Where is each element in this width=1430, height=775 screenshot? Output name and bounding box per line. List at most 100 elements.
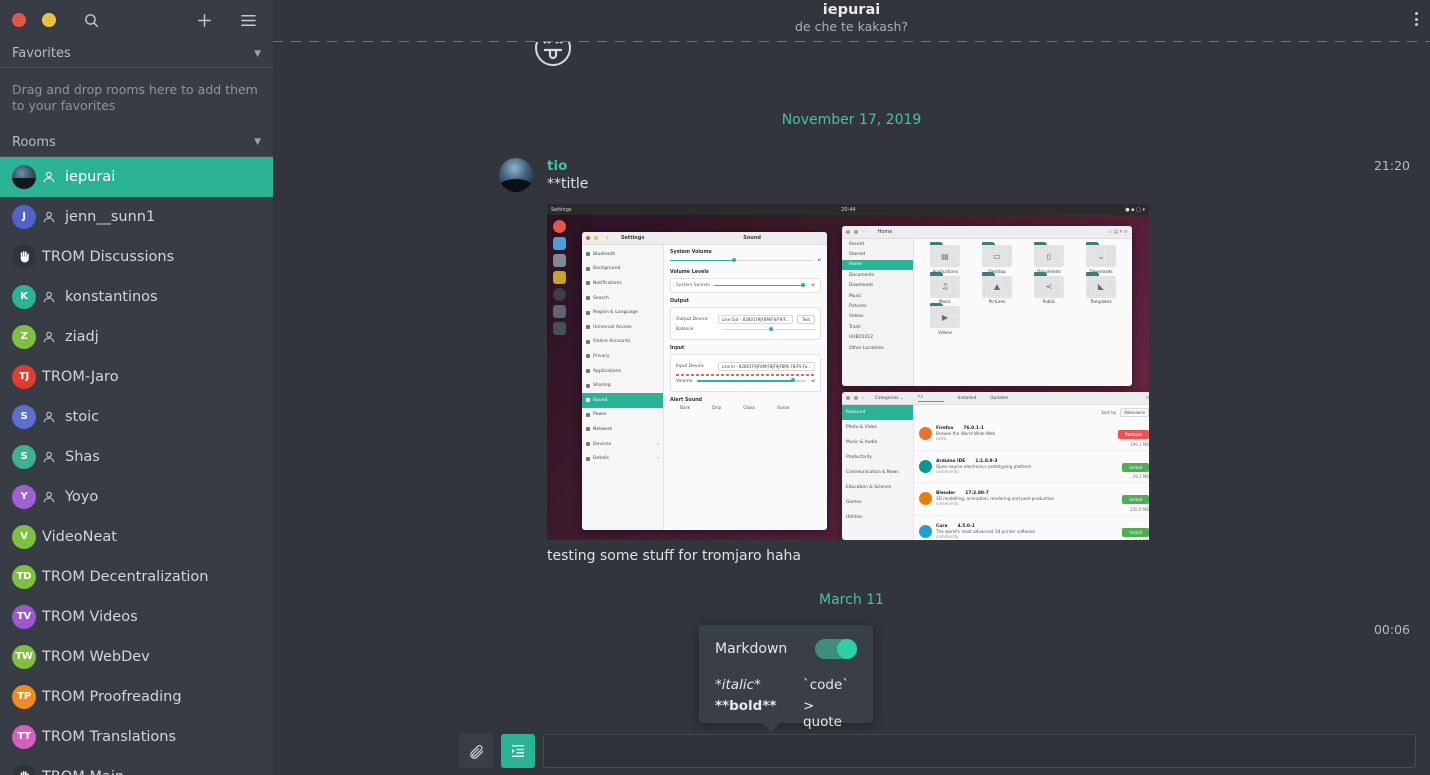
settings-row-bluetooth[interactable]: Bluetooth: [582, 247, 663, 262]
folder-videos[interactable]: ▶ Videos: [920, 302, 970, 335]
message-input[interactable]: [544, 735, 1415, 767]
sidebar-item-videoneat[interactable]: V VideoNeat: [0, 517, 273, 557]
files-row-music[interactable]: Music: [842, 291, 913, 301]
files-row-home[interactable]: Home: [842, 259, 913, 271]
software-category-communication-news[interactable]: Communication & News: [842, 465, 913, 480]
sidebar-item-trom-videos[interactable]: TV TROM Videos: [0, 597, 273, 637]
sidebar-item-trom-discussions[interactable]: TROM Discussions: [0, 237, 273, 277]
embedded-files-window[interactable]: ‹ › Home ⌕ ▤ ▾ ≡ Recent Starred Home Docume…: [842, 226, 1132, 386]
system-sounds-slider[interactable]: System Sounds ◂): [676, 282, 815, 288]
folder-pictures[interactable]: ▲ Pictures: [972, 272, 1022, 304]
files-row-downloads[interactable]: Downloads: [842, 281, 913, 291]
files-row-videos[interactable]: Videos: [842, 312, 913, 322]
alert-sound-options[interactable]: Bark Drip Glass Sonar: [670, 406, 821, 411]
rooms-section-header[interactable]: Rooms ▼: [0, 129, 273, 157]
input-device-field[interactable]: Input Device Line In - 82B01F9JF8M/F8JF9…: [676, 362, 815, 371]
settings-row-privacy[interactable]: Privacy: [582, 349, 663, 364]
settings-row-universal-access[interactable]: Universal Access: [582, 320, 663, 335]
sidebar-item-yoyo[interactable]: Y Yoyo: [0, 477, 273, 517]
message-input-wrapper[interactable]: [543, 734, 1416, 768]
folder-downloads[interactable]: ⌄ Downloads: [1076, 241, 1126, 274]
software-tab-all[interactable]: All: [917, 395, 944, 402]
folder-desktop[interactable]: ▭ Desktop: [972, 241, 1022, 274]
window-close-button[interactable]: [12, 13, 26, 27]
alert-option-glass[interactable]: Glass: [743, 406, 755, 411]
software-app-row[interactable]: Cura 4.5.0-1 The world's most advanced 3d …: [914, 516, 1149, 540]
window-minimize-button[interactable]: [42, 13, 56, 27]
embedded-settings-window[interactable]: ⌕ Settings Sound Bluetooth Background Noti…: [582, 232, 827, 530]
settings-row-sound[interactable]: Sound: [582, 392, 663, 408]
alert-option-drip[interactable]: Drip: [712, 406, 721, 411]
files-row-starred[interactable]: Starred: [842, 249, 913, 259]
app-action-button[interactable]: Install: [1122, 527, 1149, 537]
settings-row-applications[interactable]: Applications: [582, 364, 663, 379]
sidebar-item-trom-webdev[interactable]: TW TROM WebDev: [0, 637, 273, 677]
software-category-utilities[interactable]: Utilities: [842, 510, 913, 525]
settings-row-background[interactable]: Background: [582, 262, 663, 277]
avatar[interactable]: [499, 158, 533, 192]
settings-row-region-language[interactable]: Region & Language: [582, 305, 663, 320]
message-sender[interactable]: tio: [547, 158, 1414, 174]
software-tab-categories[interactable]: Categories ⌄: [875, 396, 904, 401]
sidebar-item-stoic[interactable]: Sstoic: [0, 397, 273, 437]
software-sort-row[interactable]: Sort by Relevance: [914, 405, 1149, 418]
files-row-pictures[interactable]: Pictures: [842, 301, 913, 311]
test-button[interactable]: Test: [797, 315, 815, 324]
software-category-photo-video[interactable]: Photo & Video: [842, 420, 913, 435]
markdown-format-icon[interactable]: [501, 734, 535, 768]
app-action-button[interactable]: Install: [1122, 495, 1149, 504]
sidebar-item-ziadj[interactable]: Zziadj: [0, 317, 273, 357]
output-device-field[interactable]: Output Device Line Out - 82B01F9JF8M/F8/…: [676, 315, 815, 324]
folder-templates[interactable]: ◣ Templates: [1076, 272, 1126, 304]
balance-field[interactable]: Balance: [676, 326, 815, 332]
system-volume-slider[interactable]: ◂): [670, 257, 821, 263]
files-row-hubo1012[interactable]: HUBO1012: [842, 333, 913, 343]
folder-documents[interactable]: ▯ Documents: [1024, 241, 1074, 274]
sidebar-item-shas[interactable]: S Shas: [0, 437, 273, 477]
input-device-value[interactable]: Line In - 82B01F9JF8M/F8JF9JF8M/ F8/F9 F…: [717, 362, 815, 371]
settings-row-devices[interactable]: Devices ›: [582, 437, 663, 452]
settings-row-sharing[interactable]: Sharing: [582, 378, 663, 393]
settings-row-power[interactable]: Power: [582, 408, 663, 423]
software-category-featured[interactable]: Featured: [842, 405, 913, 420]
markdown-toggle[interactable]: [815, 639, 857, 659]
app-action-button[interactable]: Remove: [1118, 430, 1149, 439]
software-category-music-audio[interactable]: Music & Audio: [842, 435, 913, 450]
kebab-menu-icon[interactable]: [1415, 12, 1418, 26]
input-volume-field[interactable]: Volume ◂): [676, 378, 815, 384]
files-row-trash[interactable]: Trash: [842, 322, 913, 332]
favorites-section-header[interactable]: Favorites ▼: [0, 40, 273, 68]
folder-public[interactable]: ≺ Public: [1024, 272, 1074, 304]
sort-value[interactable]: Relevance: [1120, 408, 1149, 417]
settings-row-notifications[interactable]: Notifications: [582, 276, 663, 291]
search-icon[interactable]: [78, 7, 104, 33]
software-category-productivity[interactable]: Productivity: [842, 450, 913, 465]
settings-row-network[interactable]: Network: [582, 422, 663, 437]
app-action-button[interactable]: Install: [1122, 462, 1149, 472]
folder-applications[interactable]: ▤ Applications: [920, 241, 970, 274]
software-app-row[interactable]: Arduino IDE 1:1.8.9-3 Open-source electron…: [914, 451, 1149, 483]
sidebar-item-iepurai[interactable]: iepurai: [0, 156, 273, 197]
output-device-value[interactable]: Line Out - 82B01F9JF8M/F8/F9/F...: [717, 315, 794, 324]
sidebar-item-jenn-sunn1[interactable]: Jjenn__sunn1: [0, 197, 273, 237]
sidebar-item-trom-decentralization[interactable]: TD TROM Decentralization: [0, 557, 273, 597]
folder-music[interactable]: ♫ Music: [920, 272, 970, 304]
files-row-other-locations[interactable]: Other Locations: [842, 343, 913, 353]
sidebar-item-trom-jaro[interactable]: TJ TROM-Jaro: [0, 357, 273, 397]
hamburger-menu-icon[interactable]: [235, 7, 261, 33]
embedded-software-tabs[interactable]: Categories ⌄ All Installed Updates: [875, 395, 1008, 402]
files-row-documents[interactable]: Documents: [842, 270, 913, 280]
software-category-education-science[interactable]: Education & Science: [842, 480, 913, 495]
files-row-recent[interactable]: Recent: [842, 239, 913, 249]
embedded-software-window[interactable]: ⌕ Categories ⌄ All Installed Updates ≡ Feat…: [842, 392, 1149, 540]
sidebar-item-trom-translations[interactable]: TT TROM Translations: [0, 717, 273, 757]
sidebar-item-konstantinos[interactable]: Kkonstantinos: [0, 277, 273, 317]
settings-row-online-accounts[interactable]: Online Accounts: [582, 335, 663, 350]
software-tab-updates[interactable]: Updates: [990, 396, 1008, 401]
markdown-popup[interactable]: Markdown *italic* `code` **bold** > quot…: [699, 625, 873, 732]
paperclip-icon[interactable]: [459, 734, 493, 768]
embedded-files-location[interactable]: Home: [878, 229, 893, 235]
plus-icon[interactable]: [191, 7, 217, 33]
alert-option-bark[interactable]: Bark: [680, 406, 690, 411]
software-app-row[interactable]: Firefox 76.0.1-1 Browse the World Wide Web…: [914, 418, 1149, 451]
